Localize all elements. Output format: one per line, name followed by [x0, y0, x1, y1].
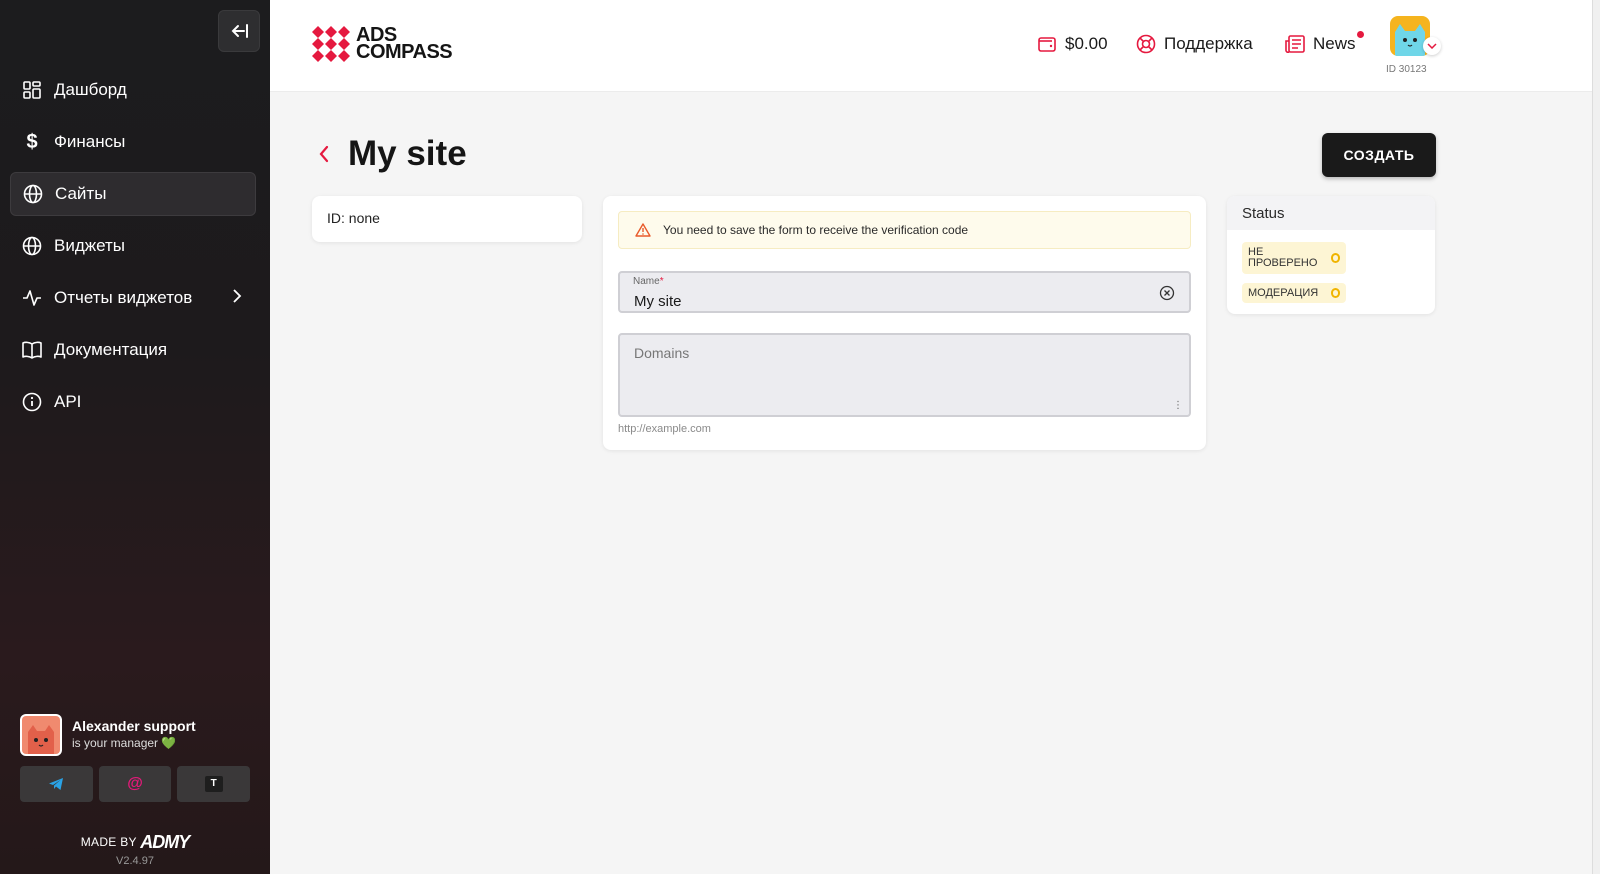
pending-icon: [1330, 253, 1340, 263]
domains-field[interactable]: Domains ⋮: [618, 333, 1191, 417]
status-badge-label: НЕ ПРОВЕРЕНО: [1248, 246, 1318, 269]
sidebar-nav: Дашборд $ Финансы Сайты Виджеты Отчеты в…: [10, 68, 256, 432]
sidebar-item-finance[interactable]: $ Финансы: [10, 120, 256, 164]
book-icon: [22, 340, 42, 360]
warning-text: You need to save the form to receive the…: [663, 223, 969, 237]
top-header: ADS COMPASS $0.00 Поддержка News ID 3012…: [270, 0, 1600, 92]
lifebuoy-icon: [1136, 34, 1156, 54]
balance-button[interactable]: $0.00: [1037, 34, 1108, 54]
chevron-left-icon: [319, 145, 329, 163]
required-marker: *: [659, 276, 664, 287]
logo-text-bottom: COMPASS: [356, 41, 453, 63]
sidebar-item-documentation[interactable]: Документация: [10, 328, 256, 372]
balance-value: $0.00: [1065, 34, 1108, 53]
sidebar-item-label: Сайты: [55, 184, 107, 203]
verification-warning: You need to save the form to receive the…: [618, 211, 1191, 249]
sidebar-item-dashboard[interactable]: Дашборд: [10, 68, 256, 112]
manager-contacts: @ T: [20, 766, 251, 802]
globe-icon: [22, 236, 42, 256]
telegram-button[interactable]: [20, 766, 93, 802]
id-card: ID: none: [312, 196, 582, 242]
resize-handle-icon[interactable]: ⋮: [1173, 401, 1183, 411]
domains-hint: http://example.com: [618, 423, 711, 435]
sidebar-item-label: Виджеты: [54, 236, 126, 255]
support-label: Поддержка: [1164, 34, 1253, 53]
page-title: My site: [348, 134, 467, 173]
ads-compass-logo[interactable]: ADS COMPASS: [312, 25, 453, 63]
sidebar-item-api[interactable]: API: [10, 380, 256, 424]
domains-placeholder: Domains: [634, 345, 690, 361]
dollar-icon: $: [26, 130, 38, 153]
news-label: News: [1313, 34, 1356, 53]
email-button[interactable]: @: [98, 766, 172, 802]
manager-subtitle: is your manager 💚: [72, 736, 177, 750]
app-version: V2.4.97: [116, 855, 154, 867]
sidebar-item-label: Дашборд: [54, 80, 127, 99]
teams-button[interactable]: T: [177, 766, 251, 802]
teams-icon: T: [204, 776, 223, 792]
chevron-right-icon: [232, 288, 242, 309]
sidebar: Дашборд $ Финансы Сайты Виджеты Отчеты в…: [0, 0, 270, 874]
sidebar-item-label: Документация: [54, 340, 168, 359]
name-field-value[interactable]: My site: [634, 293, 682, 310]
email-icon: @: [127, 775, 143, 792]
dashboard-icon: [22, 80, 42, 100]
status-badge-label: МОДЕРАЦИЯ: [1248, 287, 1319, 299]
pending-icon: [1330, 288, 1340, 298]
pulse-icon: [22, 288, 42, 308]
name-field-label: Name*: [633, 276, 664, 287]
made-by: MADE BY ADMY: [0, 832, 270, 853]
sidebar-item-label: API: [54, 392, 82, 411]
user-id: ID 30123: [1386, 64, 1427, 75]
info-icon: [22, 392, 42, 412]
admy-logo[interactable]: ADMY: [140, 832, 190, 852]
name-field[interactable]: Name* My site: [618, 271, 1191, 313]
back-button[interactable]: [314, 142, 334, 166]
status-badge: МОДЕРАЦИЯ: [1242, 283, 1346, 303]
status-heading: Status: [1227, 196, 1435, 230]
wallet-icon: [1037, 34, 1057, 54]
site-id: ID: none: [327, 210, 380, 226]
collapse-sidebar-button[interactable]: [218, 10, 260, 52]
site-form: You need to save the form to receive the…: [603, 196, 1206, 450]
made-by-label: MADE BY: [80, 835, 137, 849]
status-badge: НЕ ПРОВЕРЕНО: [1242, 242, 1346, 274]
support-button[interactable]: Поддержка: [1136, 34, 1253, 54]
logo-diamonds-icon: [312, 26, 350, 62]
clear-icon[interactable]: [1159, 285, 1175, 301]
sidebar-item-widget-reports[interactable]: Отчеты виджетов: [10, 276, 256, 320]
manager-name: Alexander support: [72, 718, 196, 734]
status-card: Status НЕ ПРОВЕРЕНО МОДЕРАЦИЯ: [1227, 196, 1435, 314]
manager-avatar: [20, 714, 62, 756]
create-button[interactable]: СОЗДАТЬ: [1322, 133, 1436, 177]
newspaper-icon: [1285, 34, 1305, 54]
sidebar-item-sites[interactable]: Сайты: [10, 172, 256, 216]
sidebar-item-label: Финансы: [54, 132, 126, 151]
news-unread-dot: [1356, 31, 1364, 38]
chevron-down-icon: [1427, 43, 1437, 49]
collapse-left-icon: [231, 24, 248, 38]
page-scrollbar[interactable]: [1592, 0, 1600, 874]
sidebar-item-label: Отчеты виджетов: [54, 288, 193, 307]
warning-icon: [635, 223, 651, 237]
news-button[interactable]: News: [1285, 31, 1364, 54]
globe-icon: [23, 184, 43, 204]
cat-avatar-icon: [1395, 24, 1425, 56]
sidebar-item-widgets[interactable]: Виджеты: [10, 224, 256, 268]
telegram-icon: [49, 778, 64, 790]
user-menu-toggle[interactable]: [1423, 37, 1441, 55]
